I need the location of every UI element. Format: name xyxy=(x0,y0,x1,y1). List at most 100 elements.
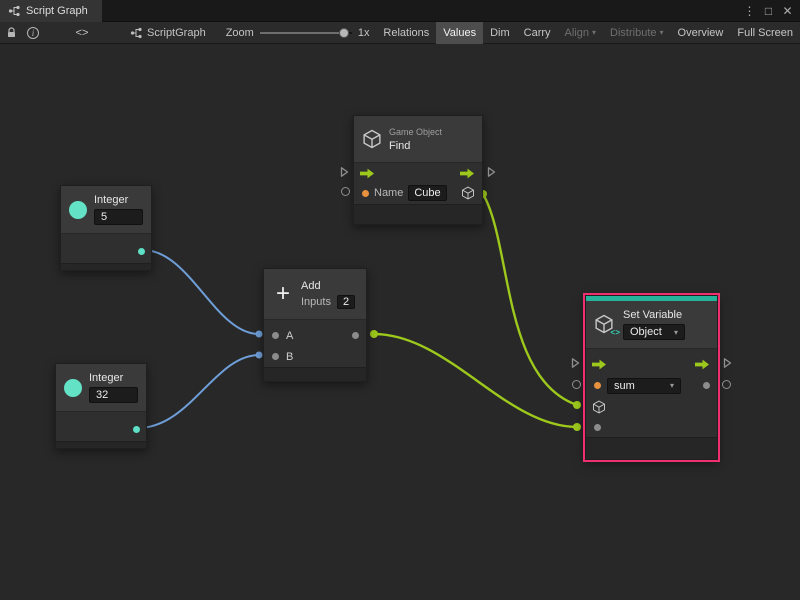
tab-script-graph[interactable]: Script Graph xyxy=(0,0,102,22)
graph-canvas[interactable]: Integer 5 Integer 32 + Add xyxy=(0,44,800,600)
dim-button[interactable]: Dim xyxy=(483,22,517,44)
variable-name-port[interactable] xyxy=(594,382,601,389)
node-title: Integer xyxy=(94,194,143,206)
maximize-icon[interactable]: □ xyxy=(760,0,777,22)
flow-in-port[interactable] xyxy=(360,168,375,179)
name-row: Name Cube xyxy=(354,183,482,203)
wire-endpoint xyxy=(370,330,378,338)
value-input-port[interactable] xyxy=(594,424,601,431)
object-row xyxy=(586,396,717,417)
node-title: Add xyxy=(301,280,358,292)
align-button[interactable]: Align ▾ xyxy=(558,22,603,44)
value-outer-port[interactable] xyxy=(722,380,731,389)
node-integer-5[interactable]: Integer 5 xyxy=(60,185,152,271)
zoom-value: 1x xyxy=(358,27,370,39)
input-port-a[interactable] xyxy=(272,332,279,339)
info-button[interactable]: i xyxy=(22,22,44,44)
object-input-port[interactable] xyxy=(592,400,606,414)
window-menu-icon[interactable]: ⋮ xyxy=(741,0,758,22)
node-category: Game Object xyxy=(389,127,474,137)
flow-row xyxy=(354,163,482,183)
zoom-label: Zoom xyxy=(226,27,254,39)
distribute-button[interactable]: Distribute ▾ xyxy=(603,22,670,44)
port-row-b: B xyxy=(264,346,366,367)
info-icon: i xyxy=(27,27,39,39)
node-footer xyxy=(56,441,146,448)
node-body xyxy=(61,233,151,263)
node-header: Game Object Find xyxy=(354,116,482,162)
overview-button[interactable]: Overview xyxy=(671,22,731,44)
name-label: Name xyxy=(374,187,403,199)
toolbar-buttons: Relations Values Dim Carry Align ▾ Distr… xyxy=(376,22,800,44)
node-integer-32[interactable]: Integer 32 xyxy=(55,363,147,449)
node-body: Name Cube xyxy=(354,162,482,204)
chevron-down-icon: ▾ xyxy=(670,381,674,390)
name-input-port[interactable] xyxy=(362,190,369,197)
plus-icon: + xyxy=(272,283,294,305)
flow-in-port[interactable] xyxy=(592,359,607,370)
flow-out-outer-port[interactable] xyxy=(487,166,496,178)
relations-button[interactable]: Relations xyxy=(376,22,436,44)
code-icon: <> xyxy=(610,329,620,338)
node-add[interactable]: + Add Inputs 2 A B xyxy=(263,268,367,382)
wire-integer5-to-add-a[interactable] xyxy=(143,250,259,334)
graph-asset-ref[interactable]: ScriptGraph xyxy=(130,27,206,39)
node-body: A B xyxy=(264,319,366,367)
value-output-port[interactable] xyxy=(703,382,710,389)
node-set-variable[interactable]: <> Set Variable Object ▾ xyxy=(585,295,718,460)
node-title: Integer xyxy=(89,372,138,384)
node-body: sum ▾ xyxy=(586,348,717,437)
distribute-label: Distribute xyxy=(610,27,656,39)
flow-in-outer-port[interactable] xyxy=(571,357,580,369)
node-header: Integer 32 xyxy=(56,364,146,411)
node-footer xyxy=(354,204,482,224)
variable-outer-port[interactable] xyxy=(572,380,581,389)
integer-value-field[interactable]: 32 xyxy=(89,387,138,403)
integer-value-field[interactable]: 5 xyxy=(94,209,143,225)
chevron-down-icon: ▾ xyxy=(592,28,596,37)
node-footer xyxy=(61,263,151,270)
code-view-button[interactable]: <> xyxy=(60,22,104,44)
values-button[interactable]: Values xyxy=(436,22,483,44)
scope-value: Object xyxy=(630,326,662,338)
wire-integer32-to-add-b[interactable] xyxy=(138,355,259,428)
node-header: <> Set Variable Object ▾ xyxy=(586,301,717,348)
integer-output-port[interactable] xyxy=(133,426,140,433)
name-outer-port[interactable] xyxy=(341,187,350,196)
name-value-field[interactable]: Cube xyxy=(408,185,446,201)
node-header: Integer 5 xyxy=(61,186,151,233)
window-controls: ⋮ □ ✕ xyxy=(741,0,800,22)
node-title: Set Variable xyxy=(623,309,709,321)
inputs-count-field[interactable]: 2 xyxy=(337,295,355,309)
wire-find-to-setvariable-object[interactable] xyxy=(483,194,577,405)
graph-toolbar: i <> ScriptGraph Zoom 1x Relations Value… xyxy=(0,22,800,44)
close-icon[interactable]: ✕ xyxy=(779,0,796,22)
node-title: Find xyxy=(389,140,474,152)
scope-dropdown[interactable]: Object ▾ xyxy=(623,324,685,340)
gameobject-cube-icon xyxy=(362,129,382,149)
code-icon: <> xyxy=(76,27,89,39)
zoom-slider-handle[interactable] xyxy=(339,28,349,38)
fullscreen-button[interactable]: Full Screen xyxy=(730,22,800,44)
integer-output-port[interactable] xyxy=(138,248,145,255)
inputs-label: Inputs xyxy=(301,296,331,308)
carry-button[interactable]: Carry xyxy=(517,22,558,44)
chevron-down-icon: ▾ xyxy=(660,28,664,37)
lock-button[interactable] xyxy=(0,22,22,44)
zoom-slider[interactable] xyxy=(260,27,352,39)
node-gameobject-find[interactable]: Game Object Find Name Cube xyxy=(353,115,483,225)
variable-name-row: sum ▾ xyxy=(586,375,717,396)
align-label: Align xyxy=(565,27,589,39)
node-footer xyxy=(586,437,717,459)
wire-add-to-setvariable-value[interactable] xyxy=(374,334,577,427)
flow-in-outer-port[interactable] xyxy=(340,166,349,178)
gameobject-output-port[interactable] xyxy=(461,186,475,200)
wire-endpoint xyxy=(256,331,263,338)
flow-out-port[interactable] xyxy=(695,359,710,370)
flow-out-outer-port[interactable] xyxy=(723,357,732,369)
input-port-b[interactable] xyxy=(272,353,279,360)
title-bar: Script Graph ⋮ □ ✕ xyxy=(0,0,800,22)
sum-output-port[interactable] xyxy=(352,332,359,339)
flow-out-port[interactable] xyxy=(460,168,475,179)
variable-name-dropdown[interactable]: sum ▾ xyxy=(607,378,681,394)
